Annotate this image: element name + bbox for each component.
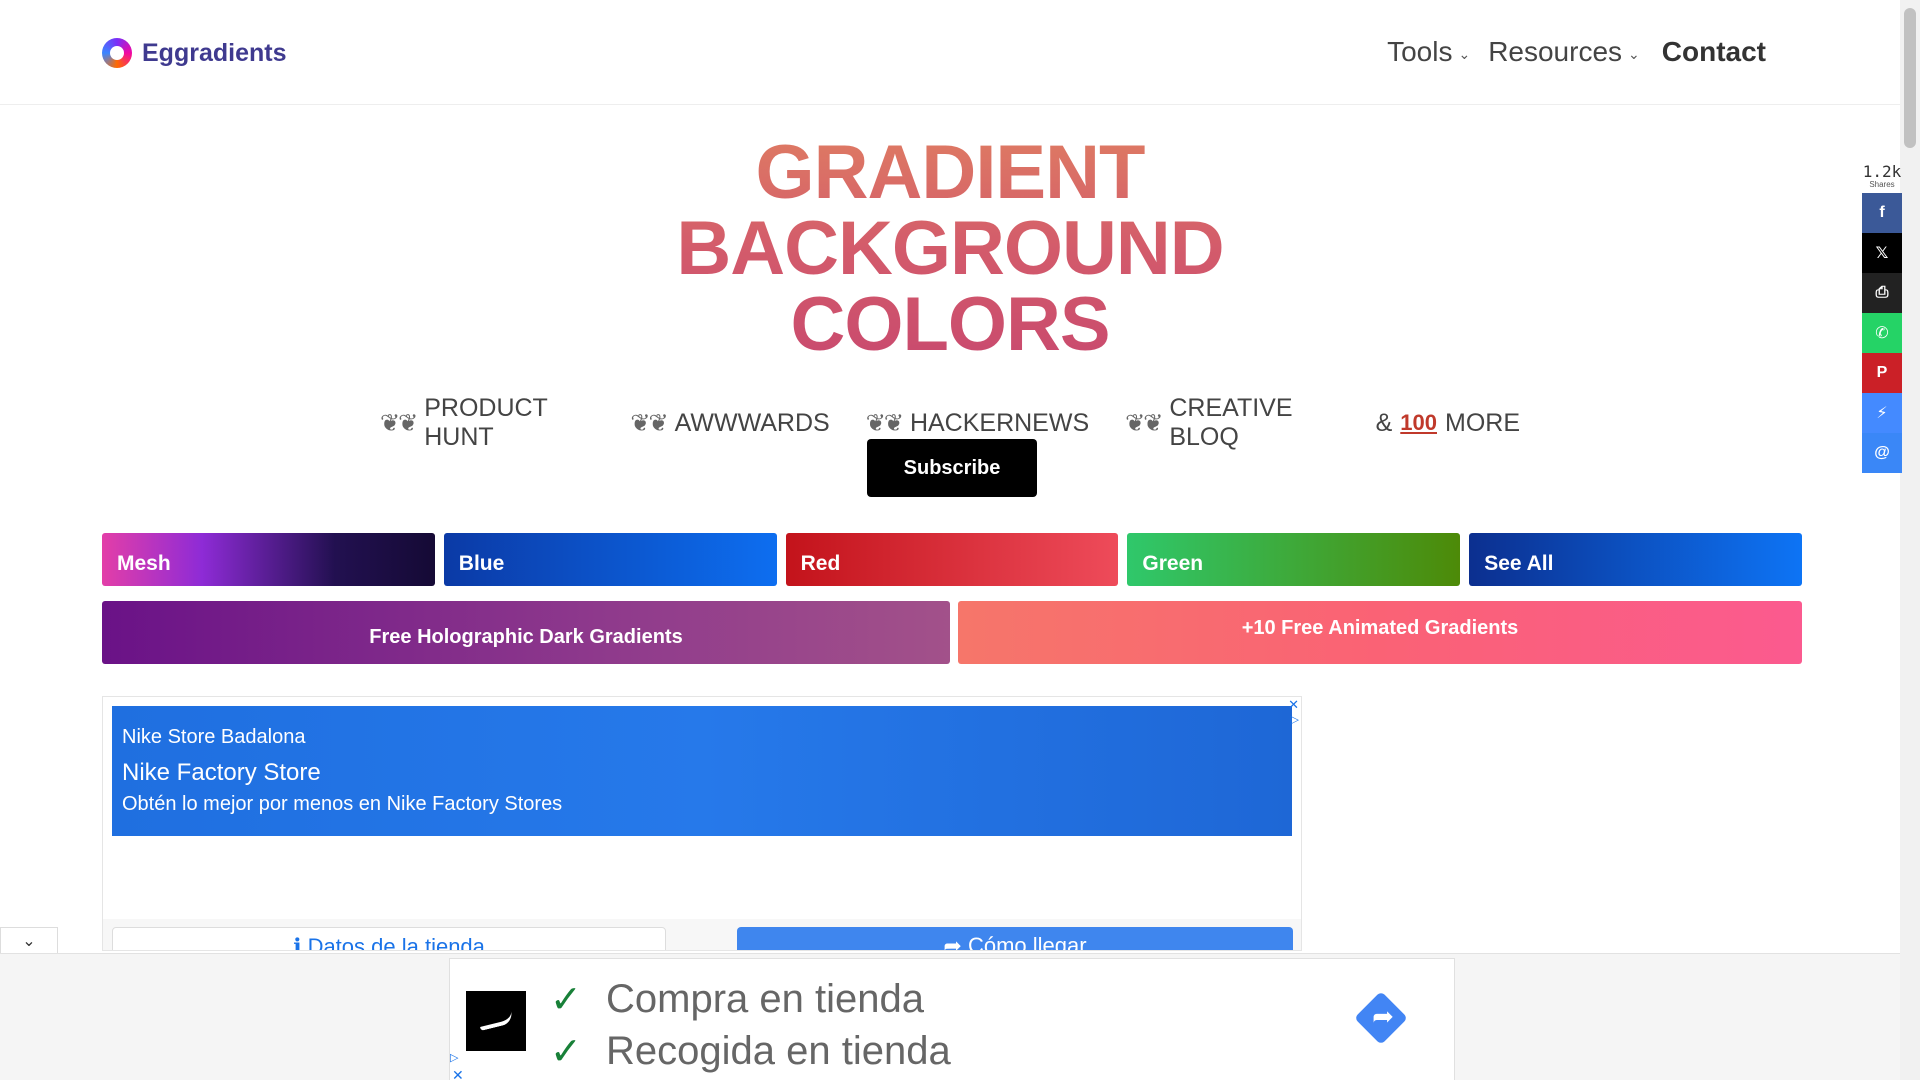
hundred-points-icon: 100 [1400, 410, 1437, 435]
ad-banner[interactable]: Nike Store Badalona Nike Factory Store O… [112, 706, 1292, 836]
nav-contact-label: Contact [1661, 36, 1766, 67]
social-share-bar: 1.2k Shares f 𝕏 ⎙ ✆ P ⚡ @ [1862, 164, 1902, 473]
scrollbar-thumb[interactable] [1904, 8, 1916, 148]
category-see-all-button[interactable]: See All [1469, 533, 1802, 586]
award-label: AWWWARDS [674, 408, 830, 437]
directions-arrow-icon: ➦ [1372, 1001, 1394, 1031]
nav-resources[interactable]: Resources ⌄ [1488, 36, 1640, 68]
info-icon: ℹ [293, 934, 302, 951]
hero-title-line: GRADIENT [755, 130, 1145, 215]
site-header: Eggradients Tools ⌄ Resources ⌄ Contact [0, 0, 1900, 105]
check-icon: ✓ [550, 979, 582, 1021]
award-item: ❦❦ HACKERNEWS [866, 409, 1089, 438]
category-buttons: Mesh Blue Red Green See All [102, 533, 1802, 586]
page-scrollbar[interactable] [1900, 0, 1920, 1080]
laurel-icon: ❦❦ [1125, 409, 1163, 437]
print-button[interactable]: ⎙ [1862, 273, 1902, 313]
nav-resources-label: Resources [1488, 36, 1623, 67]
adchoices-icon[interactable]: ▷ [1291, 713, 1299, 726]
directions-label: Cómo llegar [967, 933, 1087, 951]
category-red-button[interactable]: Red [785, 533, 1119, 586]
logo-icon [102, 38, 132, 68]
award-label: CREATIVE BLOQ [1169, 394, 1293, 451]
ad-title: Nike Factory Store [122, 759, 321, 786]
check-icon: ✓ [550, 1031, 582, 1073]
award-more-prefix: & [1375, 408, 1393, 437]
ad-close-icon[interactable]: ✕ [1288, 697, 1299, 713]
whatsapp-share-button[interactable]: ✆ [1862, 313, 1902, 353]
promo-buttons: Free Holographic Dark Gradients +10 Free… [102, 601, 1802, 664]
category-green-button[interactable]: Green [1127, 533, 1461, 586]
pinterest-share-button[interactable]: P [1862, 353, 1902, 393]
nav-contact[interactable]: Contact [1662, 36, 1766, 68]
ad-description: Obtén lo mejor por menos en Nike Factory… [122, 793, 563, 815]
award-label: HACKERNEWS [909, 408, 1090, 437]
chevron-down-icon: ⌄ [1458, 45, 1471, 62]
sticky-ad-bar: ✓ Compra en tienda ✓ Recogida en tienda … [0, 953, 1900, 1080]
x-share-button[interactable]: 𝕏 [1862, 233, 1902, 273]
award-label: PRODUCT HUNT [424, 394, 548, 451]
laurel-icon: ❦❦ [630, 409, 668, 437]
sticky-ad-text: Compra en tienda [606, 977, 924, 1021]
store-info-label: Datos de la tienda [307, 934, 485, 951]
animated-gradients-button[interactable]: +10 Free Animated Gradients [958, 601, 1802, 664]
nav-tools[interactable]: Tools ⌄ [1387, 36, 1470, 68]
category-blue-button[interactable]: Blue [443, 533, 777, 586]
store-info-button[interactable]: ℹ Datos de la tienda [112, 927, 666, 951]
email-share-button[interactable]: @ [1862, 433, 1902, 473]
chevron-down-icon: ⌄ [1628, 45, 1640, 62]
award-more-label: MORE [1445, 408, 1520, 437]
laurel-icon: ❦❦ [380, 409, 418, 437]
ad-store-name: Nike Store Badalona [122, 726, 306, 748]
award-more: & 100 MORE [1376, 409, 1520, 438]
award-item: ❦❦ PRODUCT HUNT [380, 394, 594, 452]
sticky-ad-line: ✓ Compra en tienda [550, 977, 924, 1022]
hero-title-line: BACKGROUND [676, 206, 1224, 291]
nike-logo [466, 991, 526, 1051]
award-item: ❦❦ CREATIVE BLOQ [1125, 394, 1339, 452]
adchoices-icon[interactable]: ▷ [450, 1051, 458, 1064]
laurel-icon: ❦❦ [865, 409, 904, 437]
facebook-share-button[interactable]: f [1862, 193, 1902, 233]
collapse-ad-button[interactable]: ⌄ [0, 927, 58, 954]
holographic-gradients-button[interactable]: Free Holographic Dark Gradients [102, 601, 950, 664]
main-nav: Tools ⌄ Resources ⌄ Contact [1387, 36, 1766, 68]
share-count: 1.2k [1862, 162, 1902, 181]
chevron-down-icon: ⌄ [22, 933, 36, 950]
inline-ad: Nike Store Badalona Nike Factory Store O… [102, 696, 1302, 951]
share-label: Shares [1869, 180, 1895, 189]
ad-close-icon[interactable]: ✕ [452, 1067, 464, 1080]
sticky-ad[interactable]: ✓ Compra en tienda ✓ Recogida en tienda … [449, 958, 1455, 1080]
site-logo[interactable]: Eggradients [102, 38, 286, 68]
logo-text: Eggradients [142, 38, 287, 67]
sticky-ad-line: ✓ Recogida en tienda [550, 1029, 951, 1074]
messenger-share-button[interactable]: ⚡ [1862, 393, 1902, 433]
nav-tools-label: Tools [1387, 36, 1453, 67]
sticky-ad-text: Recogida en tienda [606, 1029, 951, 1073]
subscribe-button[interactable]: Subscribe [867, 439, 1037, 497]
award-item: ❦❦ AWWWARDS [630, 409, 829, 438]
hero-title-line: COLORS [790, 282, 1110, 367]
swoosh-icon [478, 1011, 514, 1031]
hero-title: GRADIENT BACKGROUND COLORS [600, 135, 1300, 363]
directions-icon: ➦ [943, 933, 962, 951]
category-mesh-button[interactable]: Mesh [102, 533, 435, 586]
directions-button[interactable]: ➦ Cómo llegar [737, 927, 1293, 951]
